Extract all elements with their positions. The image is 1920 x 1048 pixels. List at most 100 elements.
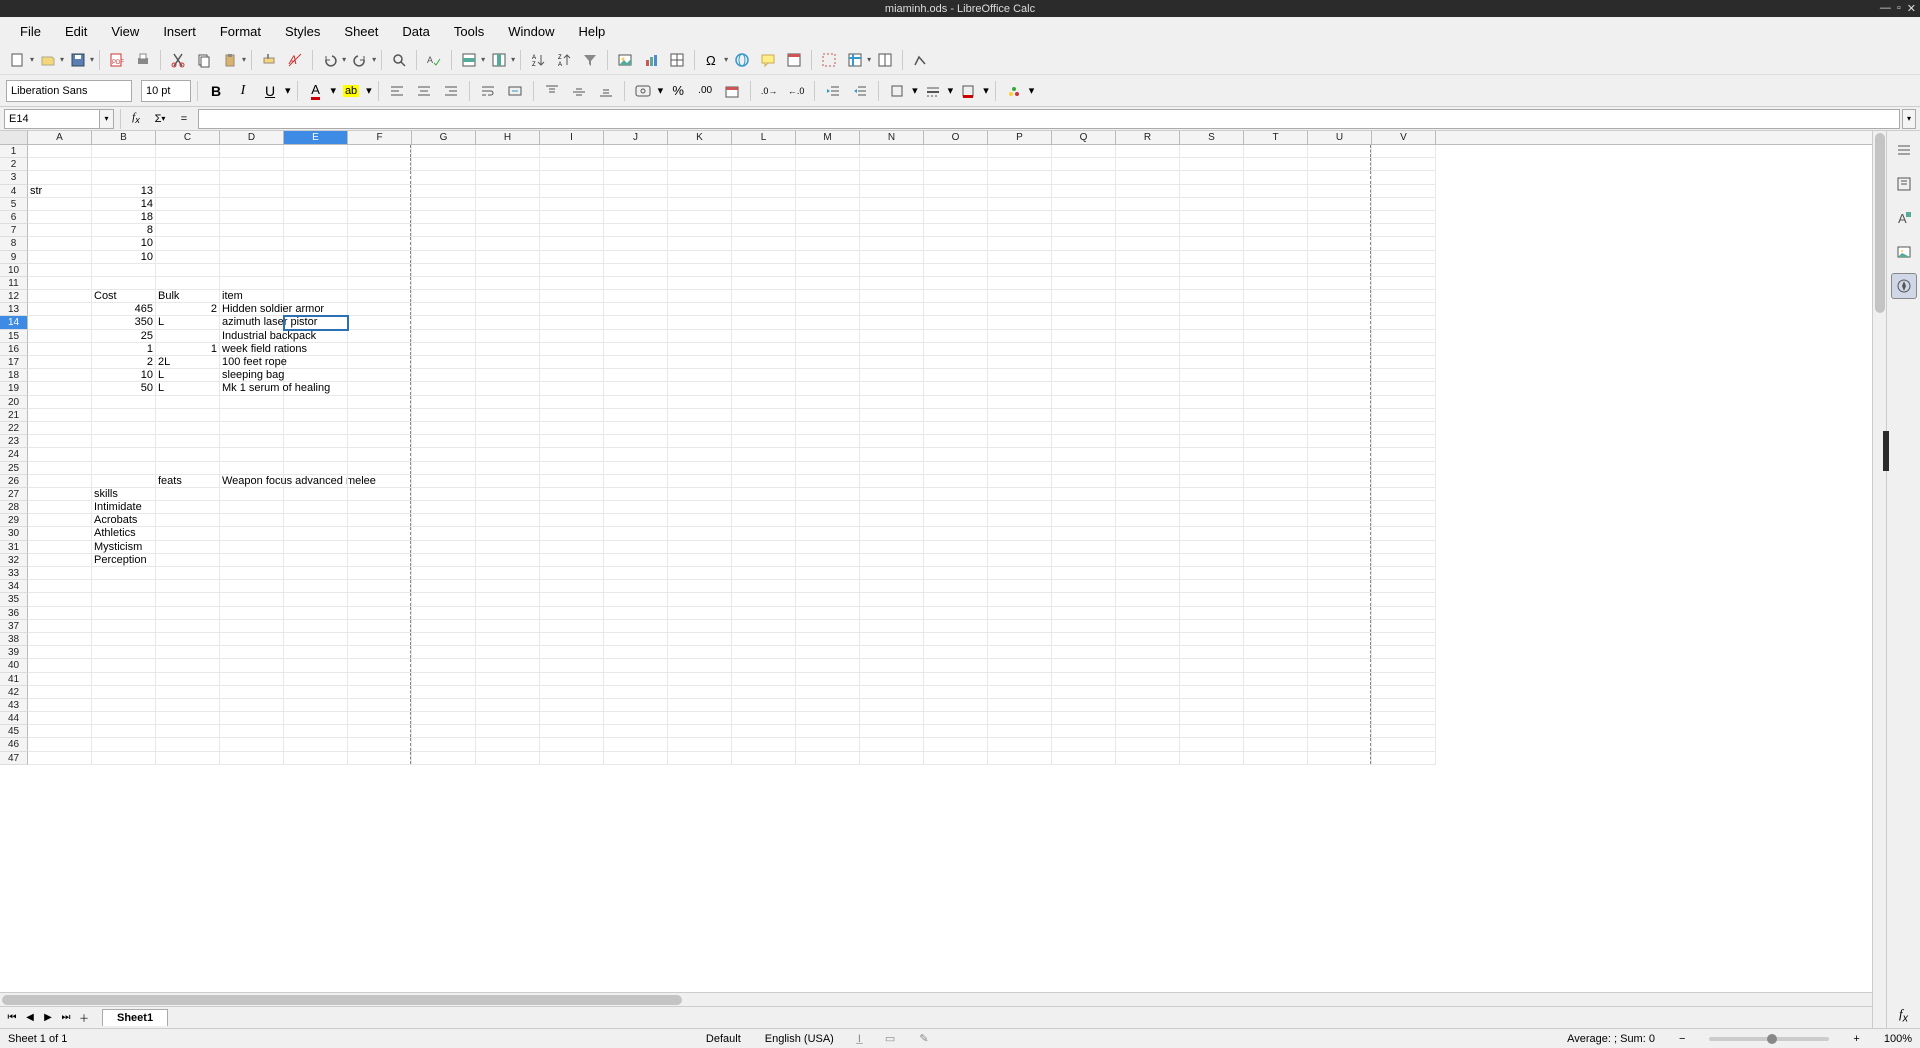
cell[interactable] [220, 237, 284, 250]
cell[interactable] [412, 738, 476, 751]
cell[interactable] [988, 659, 1052, 672]
cell[interactable] [1116, 211, 1180, 224]
cell[interactable] [1180, 303, 1244, 316]
cell[interactable] [1180, 462, 1244, 475]
cell[interactable] [1116, 224, 1180, 237]
cell[interactable] [732, 145, 796, 158]
cell[interactable] [1308, 580, 1372, 593]
maximize-button[interactable]: ▫ [1897, 2, 1901, 15]
cell[interactable] [1372, 659, 1436, 672]
row-header[interactable]: 15 [0, 330, 28, 343]
cell[interactable] [604, 316, 668, 329]
cell[interactable]: Perception [92, 554, 156, 567]
cell[interactable] [540, 475, 604, 488]
cell[interactable] [732, 316, 796, 329]
cell[interactable] [668, 673, 732, 686]
cell[interactable] [988, 488, 1052, 501]
cell[interactable] [1308, 752, 1372, 765]
cell[interactable] [668, 316, 732, 329]
cell[interactable] [1052, 686, 1116, 699]
cell[interactable] [348, 343, 412, 356]
cell[interactable] [284, 501, 348, 514]
cell[interactable] [860, 686, 924, 699]
cell[interactable] [732, 607, 796, 620]
cell[interactable] [732, 448, 796, 461]
cell[interactable] [924, 567, 988, 580]
cell[interactable] [28, 316, 92, 329]
cell[interactable] [540, 185, 604, 198]
cell[interactable] [1052, 673, 1116, 686]
cell[interactable] [156, 673, 220, 686]
cell[interactable] [1308, 290, 1372, 303]
cell[interactable] [988, 633, 1052, 646]
cell[interactable] [924, 659, 988, 672]
cell[interactable] [924, 686, 988, 699]
cell[interactable] [156, 422, 220, 435]
cell[interactable] [732, 514, 796, 527]
cell[interactable] [220, 712, 284, 725]
cell[interactable] [924, 448, 988, 461]
cell[interactable] [1372, 646, 1436, 659]
cell[interactable] [668, 738, 732, 751]
cell[interactable] [1180, 251, 1244, 264]
cell[interactable] [1052, 290, 1116, 303]
cell[interactable] [1180, 738, 1244, 751]
cell[interactable] [156, 145, 220, 158]
language-label[interactable]: English (USA) [765, 1033, 834, 1045]
cell[interactable] [796, 264, 860, 277]
row-header[interactable]: 21 [0, 409, 28, 422]
cell[interactable] [1116, 448, 1180, 461]
cell[interactable] [796, 409, 860, 422]
cell[interactable] [668, 158, 732, 171]
cell[interactable] [220, 633, 284, 646]
cell[interactable] [28, 290, 92, 303]
cell[interactable] [732, 699, 796, 712]
cell[interactable] [860, 633, 924, 646]
cell[interactable] [924, 264, 988, 277]
cell[interactable] [1372, 171, 1436, 184]
cell[interactable] [540, 646, 604, 659]
cell[interactable] [1180, 396, 1244, 409]
cell[interactable]: skills [92, 488, 156, 501]
cell[interactable] [796, 633, 860, 646]
cell[interactable] [1244, 554, 1308, 567]
align-top-button[interactable] [540, 79, 564, 103]
cell[interactable] [1244, 488, 1308, 501]
cell[interactable] [604, 752, 668, 765]
cell[interactable] [796, 211, 860, 224]
cell[interactable] [604, 356, 668, 369]
cell[interactable] [988, 290, 1052, 303]
cell[interactable] [412, 725, 476, 738]
cell[interactable] [988, 501, 1052, 514]
cell[interactable] [92, 712, 156, 725]
cell[interactable] [1308, 712, 1372, 725]
cell[interactable] [604, 369, 668, 382]
cell[interactable] [604, 462, 668, 475]
hyperlink-button[interactable] [730, 48, 754, 72]
cell[interactable] [348, 686, 412, 699]
cell[interactable] [604, 396, 668, 409]
cell[interactable] [1180, 409, 1244, 422]
row-header[interactable]: 4 [0, 185, 28, 198]
cell[interactable] [156, 738, 220, 751]
cell[interactable] [1372, 185, 1436, 198]
cell[interactable] [924, 237, 988, 250]
cell[interactable] [860, 567, 924, 580]
cell[interactable] [604, 620, 668, 633]
cell[interactable] [1180, 237, 1244, 250]
cell[interactable] [28, 541, 92, 554]
cell[interactable] [1308, 646, 1372, 659]
cell[interactable] [1116, 752, 1180, 765]
cell[interactable] [348, 633, 412, 646]
cell[interactable] [284, 290, 348, 303]
cell[interactable] [1244, 567, 1308, 580]
cell[interactable] [732, 725, 796, 738]
cell[interactable] [220, 580, 284, 593]
cell[interactable] [988, 607, 1052, 620]
cell[interactable] [540, 593, 604, 606]
cell[interactable] [604, 554, 668, 567]
cell[interactable] [220, 620, 284, 633]
cell[interactable] [156, 171, 220, 184]
column-header[interactable]: Q [1052, 131, 1116, 144]
prev-sheet-button[interactable]: ◀ [22, 1010, 38, 1026]
